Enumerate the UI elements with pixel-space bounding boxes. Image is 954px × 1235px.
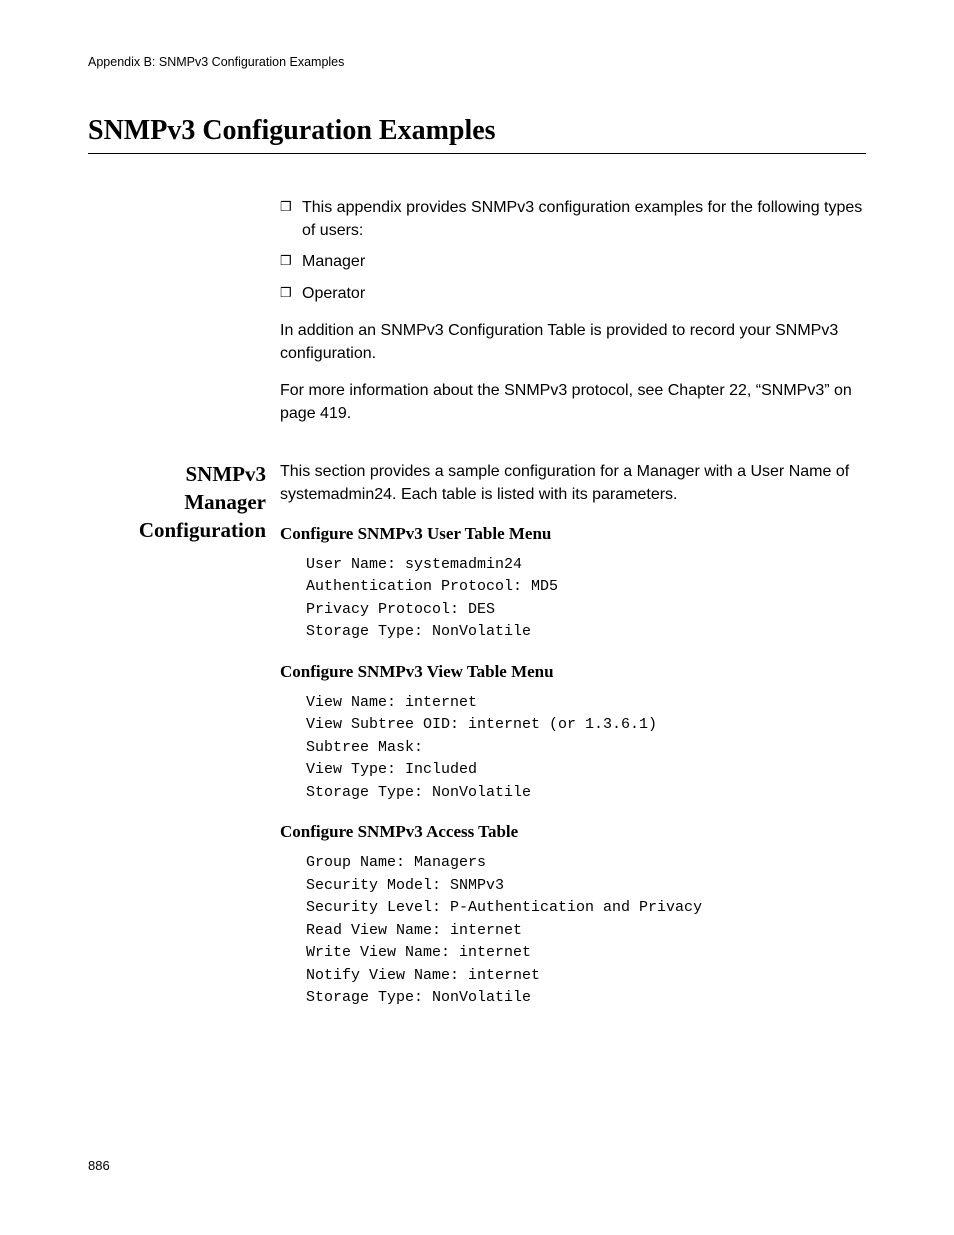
bullet-text: This appendix provides SNMPv3 configurat… [302,196,866,242]
sub-heading: Configure SNMPv3 User Table Menu [280,524,866,544]
side-heading: SNMPv3 Manager Configuration [88,460,266,545]
paragraph: In addition an SNMPv3 Configuration Tabl… [280,319,866,365]
page-title: SNMPv3 Configuration Examples [88,115,866,154]
side-heading-line: Configuration [139,518,266,542]
bullet-icon: ❒ [280,250,302,271]
bullet-text: Manager [302,250,365,273]
list-item: ❒ Operator [280,282,866,305]
running-header: Appendix B: SNMPv3 Configuration Example… [88,55,866,69]
paragraph: For more information about the SNMPv3 pr… [280,379,866,425]
list-item: ❒ This appendix provides SNMPv3 configur… [280,196,866,242]
sub-heading: Configure SNMPv3 View Table Menu [280,662,866,682]
code-block: View Name: internet View Subtree OID: in… [280,692,866,805]
bullet-text: Operator [302,282,365,305]
code-block: User Name: systemadmin24 Authentication … [280,554,866,644]
side-heading-line: SNMPv3 [186,462,267,486]
section-lead: This section provides a sample configura… [280,460,866,506]
sub-heading: Configure SNMPv3 Access Table [280,822,866,842]
bullet-icon: ❒ [280,282,302,303]
side-heading-line: Manager [184,490,266,514]
list-item: ❒ Manager [280,250,866,273]
page-number: 886 [88,1158,110,1173]
code-block: Group Name: Managers Security Model: SNM… [280,852,866,1010]
bullet-icon: ❒ [280,196,302,217]
